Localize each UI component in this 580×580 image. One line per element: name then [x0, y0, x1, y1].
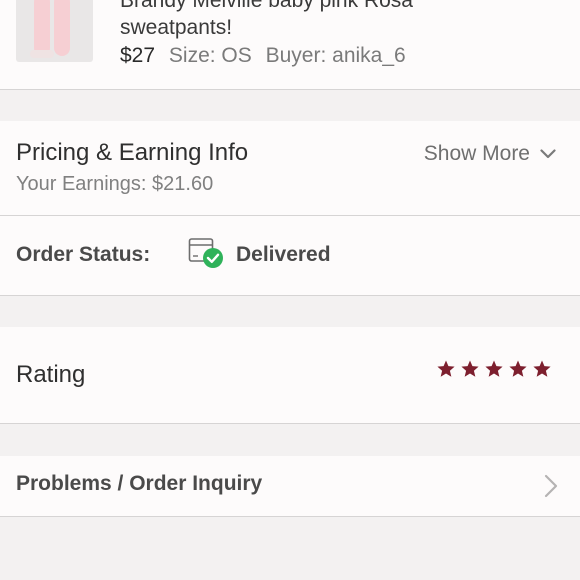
star-icon [461, 360, 479, 377]
star-icon [533, 360, 551, 377]
problems-order-inquiry-label: Problems / Order Inquiry [16, 472, 263, 495]
star-icon [509, 360, 527, 377]
show-more-button[interactable]: Show More [424, 142, 556, 166]
item-size: Size: OS [168, 44, 252, 67]
item-buyer: Buyer: anika_6 [265, 44, 406, 67]
item-title-line-2: sweatpants! [120, 16, 233, 39]
divider [0, 295, 580, 296]
order-status-section: Order Status: Delivered [0, 216, 580, 295]
problems-order-inquiry-row[interactable]: Problems / Order Inquiry [0, 456, 580, 516]
star-icon [437, 360, 455, 377]
item-price-row: $27 Size: OS Buyer: anika_6 [120, 44, 406, 68]
item-title-line-1: Brandy Melville baby pink Rosa [120, 0, 413, 12]
chevron-down-icon [540, 149, 556, 159]
star-icon [485, 360, 503, 377]
order-status-label: Order Status: [16, 243, 151, 266]
order-item-summary[interactable]: Brandy Melville baby pink Rosa sweatpant… [0, 0, 580, 89]
chevron-right-icon [544, 474, 558, 498]
order-status-value: Delivered [236, 243, 331, 266]
your-earnings: Your Earnings: $21.60 [16, 173, 214, 195]
item-price: $27 [120, 44, 156, 67]
package-delivered-icon [188, 238, 223, 268]
rating-stars [436, 359, 552, 379]
rating-label: Rating [16, 361, 86, 388]
rating-section: Rating [0, 327, 580, 423]
divider [0, 423, 580, 424]
pricing-earning-section: Pricing & Earning Info Your Earnings: $2… [0, 121, 580, 215]
divider [0, 89, 580, 90]
item-thumbnail[interactable] [16, 0, 93, 62]
divider [0, 516, 580, 517]
show-more-label: Show More [423, 142, 530, 165]
pricing-title: Pricing & Earning Info [16, 139, 249, 166]
